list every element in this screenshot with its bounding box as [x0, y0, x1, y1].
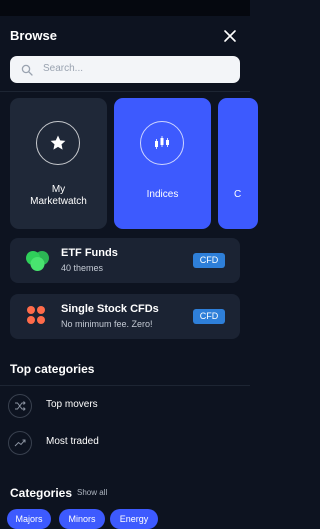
trend-up-icon	[14, 439, 26, 447]
close-button[interactable]	[221, 27, 239, 45]
tile-icon-ring	[140, 121, 184, 165]
tile-indices[interactable]: Indices	[114, 98, 211, 229]
tile-my-marketwatch[interactable]: My Marketwatch	[10, 98, 107, 229]
chip-energy[interactable]: Energy	[110, 509, 158, 529]
chip-majors[interactable]: Majors	[7, 509, 51, 529]
search-placeholder: Search...	[43, 63, 84, 74]
tile-label: C	[234, 189, 242, 200]
card-subtitle: 40 themes	[61, 263, 104, 273]
card-title: Single Stock CFDs	[61, 303, 159, 315]
divider	[0, 91, 250, 92]
chip-minors[interactable]: Minors	[59, 509, 105, 529]
tile-label: Indices	[146, 189, 179, 200]
card-etf-funds[interactable]: ETF Funds 40 themes CFD	[10, 238, 240, 283]
tile-label: My Marketwatch	[30, 184, 87, 207]
show-all-link[interactable]: Show all	[77, 488, 107, 497]
status-bar	[0, 0, 250, 16]
card-title: ETF Funds	[61, 247, 118, 259]
close-icon	[224, 30, 236, 42]
shuffle-icon	[15, 401, 26, 411]
tile-partial[interactable]: C	[218, 98, 258, 229]
cfd-badge: CFD	[193, 309, 225, 324]
row-label: Top movers	[46, 399, 98, 410]
card-subtitle: No minimum fee. Zero!	[61, 319, 153, 329]
header: Browse	[0, 16, 250, 54]
card-single-stock-cfds[interactable]: Single Stock CFDs No minimum fee. Zero! …	[10, 294, 240, 339]
categories-heading: Categories	[10, 486, 73, 500]
candlestick-chart-icon	[155, 136, 169, 149]
search-input[interactable]: Search...	[10, 56, 240, 83]
search-icon	[21, 64, 33, 76]
row-most-traded[interactable]: Most traded	[0, 425, 250, 461]
etf-circles-icon	[26, 251, 49, 271]
row-top-movers[interactable]: Top movers	[0, 388, 250, 424]
top-categories-heading: Top categories	[10, 362, 95, 376]
row-icon-ring	[8, 431, 32, 455]
tile-icon-ring	[36, 121, 80, 165]
divider	[0, 385, 250, 386]
star-icon	[50, 135, 66, 150]
page-title: Browse	[10, 28, 57, 43]
stock-dots-icon	[27, 306, 45, 324]
row-icon-ring	[8, 394, 32, 418]
row-label: Most traded	[46, 436, 99, 447]
cfd-badge: CFD	[193, 253, 225, 268]
